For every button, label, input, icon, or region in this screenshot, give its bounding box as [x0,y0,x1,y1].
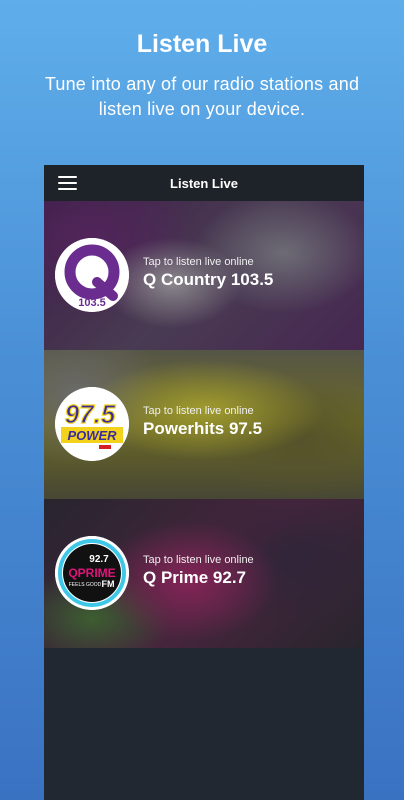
promo-title: Listen Live [136,30,268,58]
station-name: Q Country 103.5 [143,270,274,289]
q-prime-logo: 92.7 QPRIME FEELS GOOD FM [55,536,129,610]
tap-to-listen-label: Tap to listen live online [143,405,254,417]
svg-text:POWER: POWER [67,428,117,443]
powerhits-logo: 97.5 POWER [55,387,129,461]
app-screen: Listen Live 103.5 Tap to listen live onl… [44,165,364,800]
q-country-logo: 103.5 [55,238,129,312]
svg-text:FEELS GOOD: FEELS GOOD [69,582,102,588]
station-card-powerhits[interactable]: 97.5 POWER Tap to listen live online Pow… [44,350,364,499]
app-bar-title: Listen Live [170,176,238,191]
svg-text:97.5: 97.5 [65,399,116,429]
tap-to-listen-label: Tap to listen live online [143,256,254,268]
station-name: Q Prime 92.7 [143,568,247,587]
station-card-q-country[interactable]: 103.5 Tap to listen live online Q Countr… [44,201,364,350]
svg-text:FM: FM [102,579,115,589]
station-text: Tap to listen live online Powerhits 97.5 [143,405,262,439]
station-name: Powerhits 97.5 [143,419,263,438]
station-text: Tap to listen live online Q Prime 92.7 [143,554,254,588]
tap-to-listen-label: Tap to listen live online [143,554,254,566]
svg-text:103.5: 103.5 [78,297,106,309]
promo-subtitle: Tune into any of our radio stations and … [44,74,360,119]
svg-text:92.7: 92.7 [89,554,109,565]
station-text: Tap to listen live online Q Country 103.… [143,256,273,290]
svg-text:QPRIME: QPRIME [68,566,115,580]
app-bar: Listen Live [44,165,364,201]
station-card-q-prime[interactable]: 92.7 QPRIME FEELS GOOD FM Tap to listen … [44,499,364,648]
